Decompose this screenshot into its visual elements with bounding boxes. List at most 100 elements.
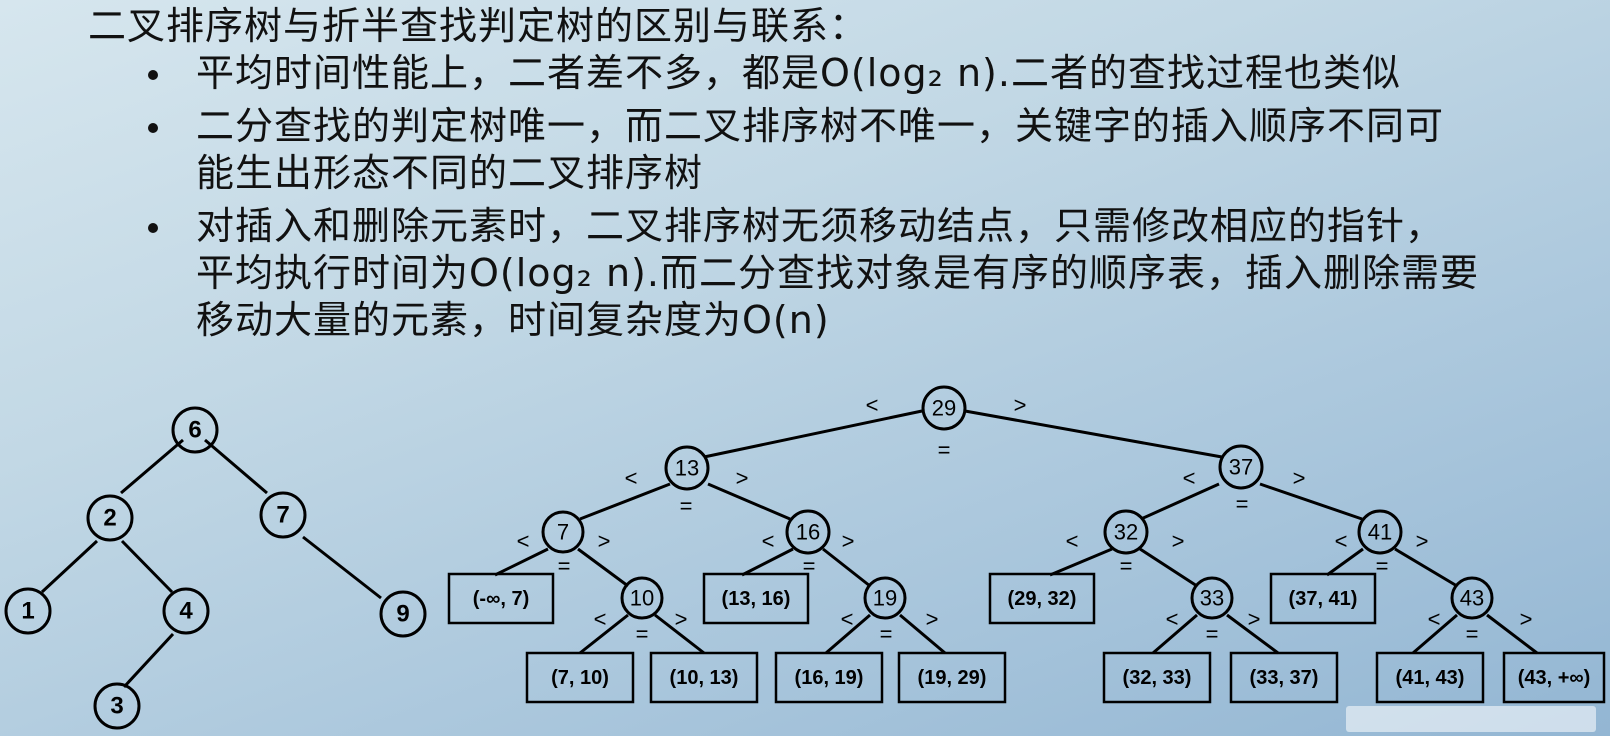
svg-text:16: 16: [796, 520, 820, 545]
interval-leaf: (-∞, 7): [447, 572, 555, 625]
gt-symbol: >: [1014, 393, 1027, 418]
gt-symbol: >: [1172, 529, 1185, 554]
diagram-canvas: 6 2 7 1 4 9 3 29 13 37 7 16 32 41 10 19 …: [4, 385, 1606, 730]
svg-text:37: 37: [1229, 455, 1253, 480]
tree-edge: [964, 409, 1223, 459]
decision-node: 13: [664, 445, 710, 491]
gt-symbol: >: [926, 607, 939, 632]
svg-text:(10, 13): (10, 13): [670, 667, 739, 689]
svg-text:3: 3: [110, 693, 123, 720]
svg-text:(37, 41): (37, 41): [1289, 588, 1358, 610]
svg-text:(7, 10): (7, 10): [551, 667, 609, 689]
svg-text:(29, 32): (29, 32): [1008, 588, 1077, 610]
svg-text:9: 9: [396, 601, 409, 628]
svg-text:(32, 33): (32, 33): [1123, 667, 1192, 689]
svg-text:1: 1: [21, 598, 34, 625]
svg-text:(13, 16): (13, 16): [722, 588, 791, 610]
decision-tree: 29 13 37 7 16 32 41 10 19 33 43 (-∞, 7) …: [447, 385, 1606, 704]
svg-text:(43, +∞): (43, +∞): [1518, 667, 1591, 689]
bst-node: 4: [162, 587, 210, 635]
gt-symbol: >: [736, 466, 749, 491]
svg-text:19: 19: [873, 586, 897, 611]
tree-edge: [577, 547, 629, 588]
interval-leaf: (32, 33): [1102, 651, 1212, 704]
eq-symbol: =: [1120, 554, 1133, 579]
interval-leaf: (29, 32): [988, 572, 1096, 625]
eq-symbol: =: [558, 554, 571, 579]
lt-symbol: <: [841, 607, 854, 632]
tree-edge: [822, 547, 871, 588]
decision-node: 41: [1357, 509, 1403, 555]
bst-node: 2: [86, 494, 134, 542]
bst-node: 9: [379, 590, 427, 638]
binary-sort-tree: 6 2 7 1 4 9 3: [4, 406, 427, 730]
gt-symbol: >: [675, 607, 688, 632]
lt-symbol: <: [866, 393, 879, 418]
lt-symbol: <: [594, 607, 607, 632]
decision-node: 29: [921, 385, 967, 431]
eq-symbol: =: [636, 622, 649, 647]
svg-text:10: 10: [630, 586, 654, 611]
svg-text:(-∞, 7): (-∞, 7): [473, 588, 529, 610]
bst-node: 1: [4, 587, 52, 635]
eq-symbol: =: [880, 622, 893, 647]
lt-symbol: <: [517, 529, 530, 554]
svg-text:(33, 37): (33, 37): [1250, 667, 1319, 689]
tree-edge: [120, 539, 174, 594]
bst-node: 3: [93, 682, 141, 730]
interval-leaf: (37, 41): [1269, 572, 1377, 625]
tree-edge: [1394, 547, 1458, 588]
gt-symbol: >: [1248, 607, 1261, 632]
tree-edge: [204, 438, 268, 495]
svg-text:7: 7: [557, 520, 569, 545]
svg-text:33: 33: [1200, 586, 1224, 611]
tree-edge: [122, 632, 175, 689]
tree-edge: [1259, 482, 1363, 521]
tree-edge: [1049, 547, 1113, 577]
lt-symbol: <: [1066, 529, 1079, 554]
eq-symbol: =: [803, 554, 816, 579]
svg-text:41: 41: [1368, 520, 1392, 545]
tree-edge: [120, 438, 184, 495]
svg-text:(16, 19): (16, 19): [795, 667, 864, 689]
tree-edge: [703, 409, 923, 459]
eq-symbol: =: [1466, 622, 1479, 647]
watermark-overlay: [1346, 706, 1596, 732]
svg-text:(41, 43): (41, 43): [1396, 667, 1465, 689]
svg-text:2: 2: [103, 505, 116, 532]
interval-leaf: (33, 37): [1229, 651, 1339, 704]
lt-symbol: <: [1335, 529, 1348, 554]
decision-node: 43: [1450, 576, 1494, 620]
tree-edge: [302, 535, 382, 600]
tree-edge: [707, 482, 791, 521]
svg-text:32: 32: [1114, 520, 1138, 545]
decision-node: 33: [1190, 576, 1234, 620]
decision-node: 16: [785, 509, 831, 555]
lt-symbol: <: [762, 529, 775, 554]
gt-symbol: >: [842, 529, 855, 554]
gt-symbol: >: [598, 529, 611, 554]
decision-node: 10: [620, 576, 664, 620]
interval-leaf: (43, +∞): [1502, 651, 1606, 704]
interval-leaf: (10, 13): [649, 651, 759, 704]
interval-leaf: (16, 19): [774, 651, 884, 704]
decision-node: 7: [541, 510, 585, 554]
svg-text:(19, 29): (19, 29): [918, 667, 987, 689]
interval-leaf: (19, 29): [897, 651, 1007, 704]
decision-node: 37: [1218, 444, 1264, 490]
bst-node: 7: [259, 491, 307, 539]
lt-symbol: <: [625, 466, 638, 491]
svg-text:29: 29: [932, 396, 956, 421]
eq-symbol: =: [1236, 492, 1249, 517]
decision-node: 19: [863, 576, 907, 620]
tree-edge: [1139, 547, 1198, 588]
svg-text:13: 13: [675, 456, 699, 481]
decision-node: 32: [1103, 509, 1149, 555]
svg-text:6: 6: [188, 417, 201, 444]
eq-symbol: =: [938, 438, 951, 463]
gt-symbol: >: [1520, 607, 1533, 632]
eq-symbol: =: [1206, 622, 1219, 647]
svg-text:43: 43: [1460, 586, 1484, 611]
interval-leaf: (13, 16): [702, 572, 810, 625]
lt-symbol: <: [1183, 466, 1196, 491]
